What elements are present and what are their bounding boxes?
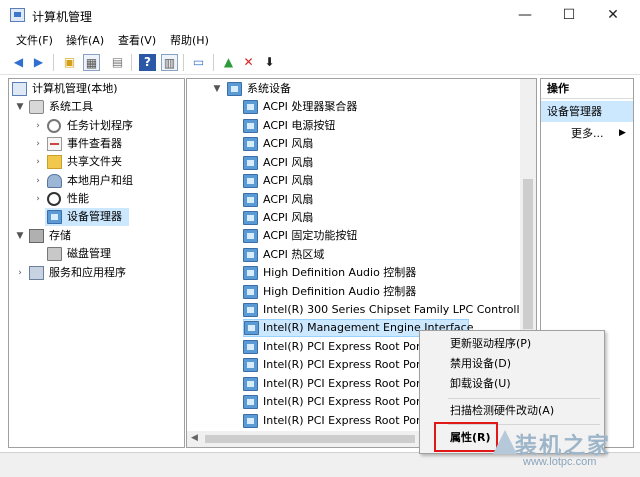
device-manager-icon — [47, 210, 62, 224]
collapse-icon[interactable]: ▼ — [15, 98, 25, 116]
title-bar: 计算机管理 — ☐ ✕ — [0, 0, 640, 30]
expand-icon[interactable]: › — [33, 172, 43, 190]
event-log-icon — [47, 137, 62, 151]
download-icon[interactable]: ⬇ — [261, 54, 278, 71]
performance-icon — [47, 192, 61, 206]
collapse-icon[interactable]: ▼ — [212, 80, 222, 98]
help-icon[interactable]: ? — [139, 54, 156, 71]
device-icon — [243, 395, 258, 409]
show-tree-icon[interactable]: ▦ — [83, 54, 100, 71]
context-update-driver[interactable]: 更新驱动程序(P) — [450, 335, 531, 353]
export-list-icon[interactable]: ▤ — [109, 54, 126, 71]
back-arrow-icon[interactable]: ◀ — [10, 54, 27, 71]
computer-icon — [12, 82, 27, 96]
tree-item-shared-folders[interactable]: › 共享文件夹 — [9, 153, 184, 171]
device-icon — [243, 340, 258, 354]
device-icon — [243, 119, 258, 133]
device-icon — [243, 377, 258, 391]
shared-folder-icon — [47, 155, 62, 169]
actions-more-link[interactable]: 更多... — [571, 123, 604, 144]
menu-bar: 文件(F) 操作(A) 查看(V) 帮助(H) — [0, 30, 640, 50]
tree-item-services[interactable]: › 服务和应用程序 — [9, 264, 184, 282]
navigation-tree: 计算机管理(本地) ▼ 系统工具 › 任务计划程序 › 事件查看器 › 共享文件… — [8, 78, 185, 448]
toolbar: ◀ ▶ ▣ ▦ ▤ ? ▥ ▭ ▲ ✕ ⬇ — [0, 50, 640, 75]
tree-item-system-tools[interactable]: ▼ 系统工具 — [9, 98, 184, 116]
tree-item-task-scheduler[interactable]: › 任务计划程序 — [9, 117, 184, 135]
device-icon — [243, 358, 258, 372]
expand-icon[interactable]: › — [33, 190, 43, 208]
close-button[interactable]: ✕ — [591, 0, 635, 30]
device-icon — [243, 137, 258, 151]
folder-up-icon[interactable]: ▣ — [61, 54, 78, 71]
tree-item-performance[interactable]: › 性能 — [9, 190, 184, 208]
context-uninstall-device[interactable]: 卸载设备(U) — [450, 375, 511, 393]
device-icon — [243, 248, 258, 262]
properties-highlight-box — [434, 422, 498, 452]
menu-help[interactable]: 帮助(H) — [170, 32, 209, 48]
tools-icon — [29, 100, 44, 114]
menu-file[interactable]: 文件(F) — [16, 32, 53, 48]
watermark-url: www.lotpc.com — [523, 456, 597, 468]
watermark: 装机之家 www.lotpc.com — [493, 426, 638, 474]
tree-item-event-viewer[interactable]: › 事件查看器 — [9, 135, 184, 153]
menu-action[interactable]: 操作(A) — [66, 32, 104, 48]
minimize-button[interactable]: — — [503, 0, 547, 30]
device-icon — [243, 193, 258, 207]
window-title: 计算机管理 — [32, 10, 93, 24]
users-icon — [47, 174, 62, 188]
scrollbar-thumb[interactable] — [523, 179, 533, 329]
device-icon — [243, 229, 258, 243]
collapse-icon[interactable]: ▼ — [15, 227, 25, 245]
device-icon — [243, 100, 258, 114]
scroll-left-icon[interactable]: ◀ — [191, 433, 198, 443]
device-icon — [243, 266, 258, 280]
tree-item-disk-management[interactable]: 磁盘管理 — [9, 245, 184, 263]
computer-management-icon — [10, 8, 25, 22]
forward-arrow-icon[interactable]: ▶ — [30, 54, 47, 71]
monitor-icon[interactable]: ▭ — [190, 54, 207, 71]
actions-header: 操作 — [541, 79, 633, 99]
watermark-logo-icon — [493, 430, 517, 454]
device-icon — [244, 321, 259, 335]
tree-item-device-manager[interactable]: 设备管理器 — [45, 208, 129, 226]
disk-icon — [47, 247, 62, 261]
context-scan-hardware[interactable]: 扫描检测硬件改动(A) — [450, 402, 554, 420]
device-icon — [243, 174, 258, 188]
expand-icon[interactable]: › — [33, 117, 43, 135]
view-icon[interactable]: ▥ — [161, 54, 178, 71]
device-icon — [243, 156, 258, 170]
menu-view[interactable]: 查看(V) — [118, 32, 156, 48]
device-icon — [243, 285, 258, 299]
expand-icon[interactable]: › — [33, 153, 43, 171]
more-arrow-icon: ▶ — [619, 128, 626, 138]
maximize-button[interactable]: ☐ — [547, 0, 591, 30]
device-icon — [243, 303, 258, 317]
tree-item-storage[interactable]: ▼ 存储 — [9, 227, 184, 245]
expand-icon[interactable]: › — [33, 135, 43, 153]
expand-icon[interactable]: › — [15, 264, 25, 282]
services-icon — [29, 266, 44, 280]
device-category-system[interactable]: ▼ 系统设备 — [187, 80, 522, 98]
context-disable-device[interactable]: 禁用设备(D) — [450, 355, 511, 373]
device-icon — [243, 211, 258, 225]
storage-icon — [29, 229, 44, 243]
context-separator — [448, 398, 600, 399]
system-devices-icon — [227, 82, 242, 96]
actions-device-manager[interactable]: 设备管理器 — [541, 101, 633, 122]
delete-icon[interactable]: ✕ — [240, 54, 257, 71]
update-driver-icon[interactable]: ▲ — [220, 54, 237, 71]
hscroll-thumb[interactable] — [205, 435, 415, 443]
device-icon — [243, 414, 258, 428]
tree-item-local-users[interactable]: › 本地用户和组 — [9, 172, 184, 190]
clock-icon — [47, 119, 61, 133]
